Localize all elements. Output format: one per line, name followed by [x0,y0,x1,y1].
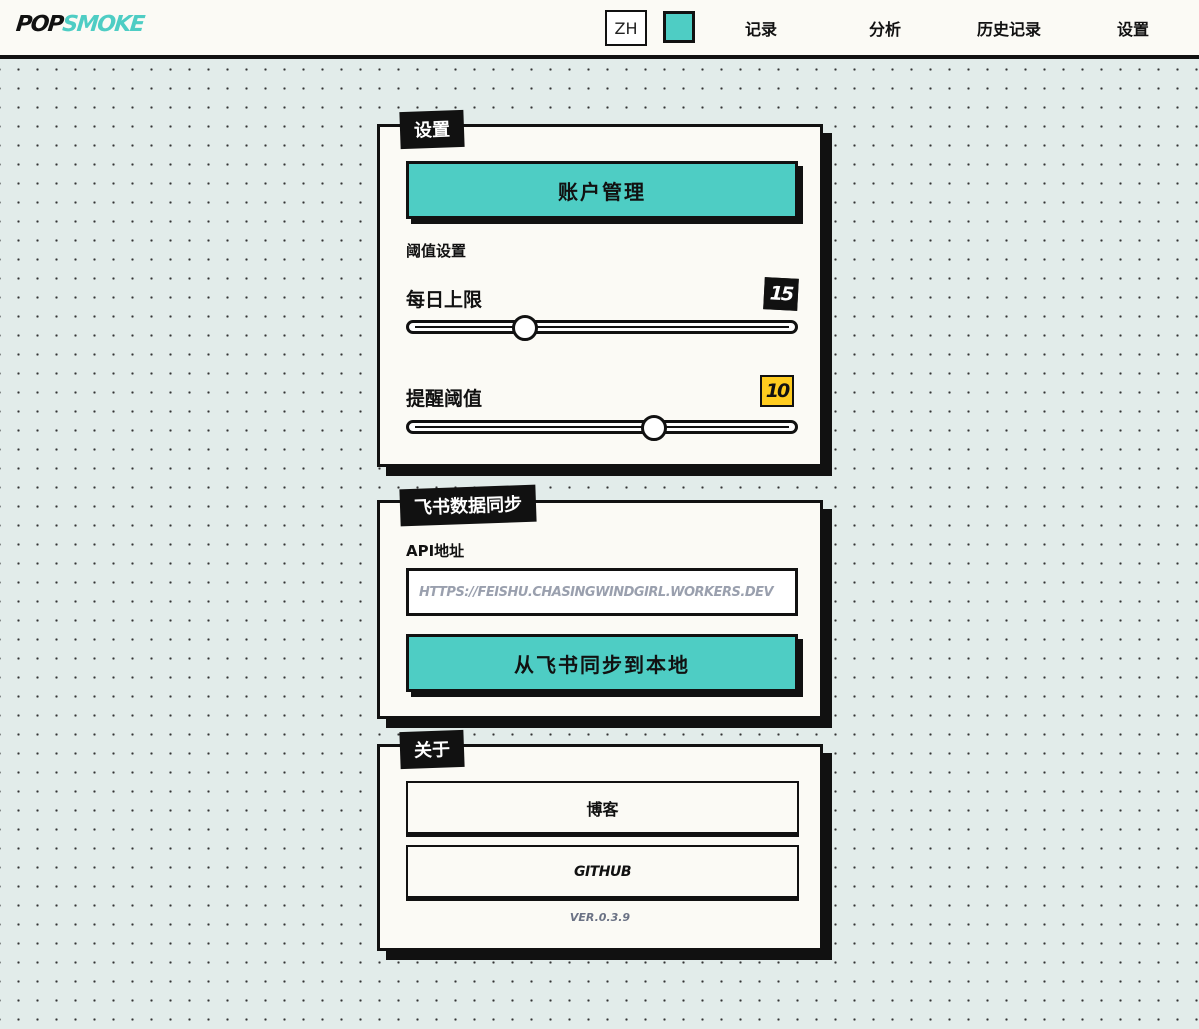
feishu-sync-card-tag: 飞书数据同步 [399,484,537,527]
daily-limit-value-badge: 15 [763,277,799,311]
settings-card: 设置 账户管理 阈值设置 每日上限 15 提醒阈值 10 [377,109,823,467]
account-management-button[interactable]: 账户管理 [406,161,798,219]
theme-color-button[interactable] [663,11,695,43]
version-label: Ver.0.3.9 [569,911,631,924]
sync-from-feishu-button[interactable]: 从飞书同步到本地 [406,634,798,692]
nav-history[interactable]: 历史记录 [977,16,1041,40]
reminder-threshold-slider[interactable] [406,415,798,441]
daily-limit-slider[interactable] [406,315,798,341]
github-button[interactable]: GitHub [406,845,799,898]
daily-limit-slider-thumb[interactable] [511,315,538,341]
api-address-label: API地址 [406,542,465,560]
reminder-threshold-label: 提醒阈值 [406,388,483,410]
language-toggle-button[interactable]: ZH [605,10,647,46]
nav-records[interactable]: 记录 [745,16,777,40]
reminder-threshold-value-badge: 10 [760,375,794,407]
logo-pop-text: POP [14,12,64,37]
threshold-settings-label: 阈值设置 [406,242,467,260]
about-card: 关于 博客 GitHub Ver.0.3.9 [377,729,823,951]
logo-smoke-text: SMOKE [61,12,145,37]
nav-settings[interactable]: 设置 [1117,16,1149,40]
api-address-input[interactable] [406,568,798,616]
reminder-threshold-slider-thumb[interactable] [641,415,668,441]
top-nav-bar: POPSMOKE ZH 记录 分析 历史记录 设置 [0,0,1199,59]
app-logo[interactable]: POPSMOKE [15,12,145,37]
about-card-tag: 关于 [399,729,465,770]
nav-analysis[interactable]: 分析 [869,16,901,40]
settings-card-tag: 设置 [399,109,465,150]
daily-limit-label: 每日上限 [406,289,483,311]
blog-button[interactable]: 博客 [406,781,799,834]
feishu-sync-card: 飞书数据同步 API地址 从飞书同步到本地 [377,484,823,719]
